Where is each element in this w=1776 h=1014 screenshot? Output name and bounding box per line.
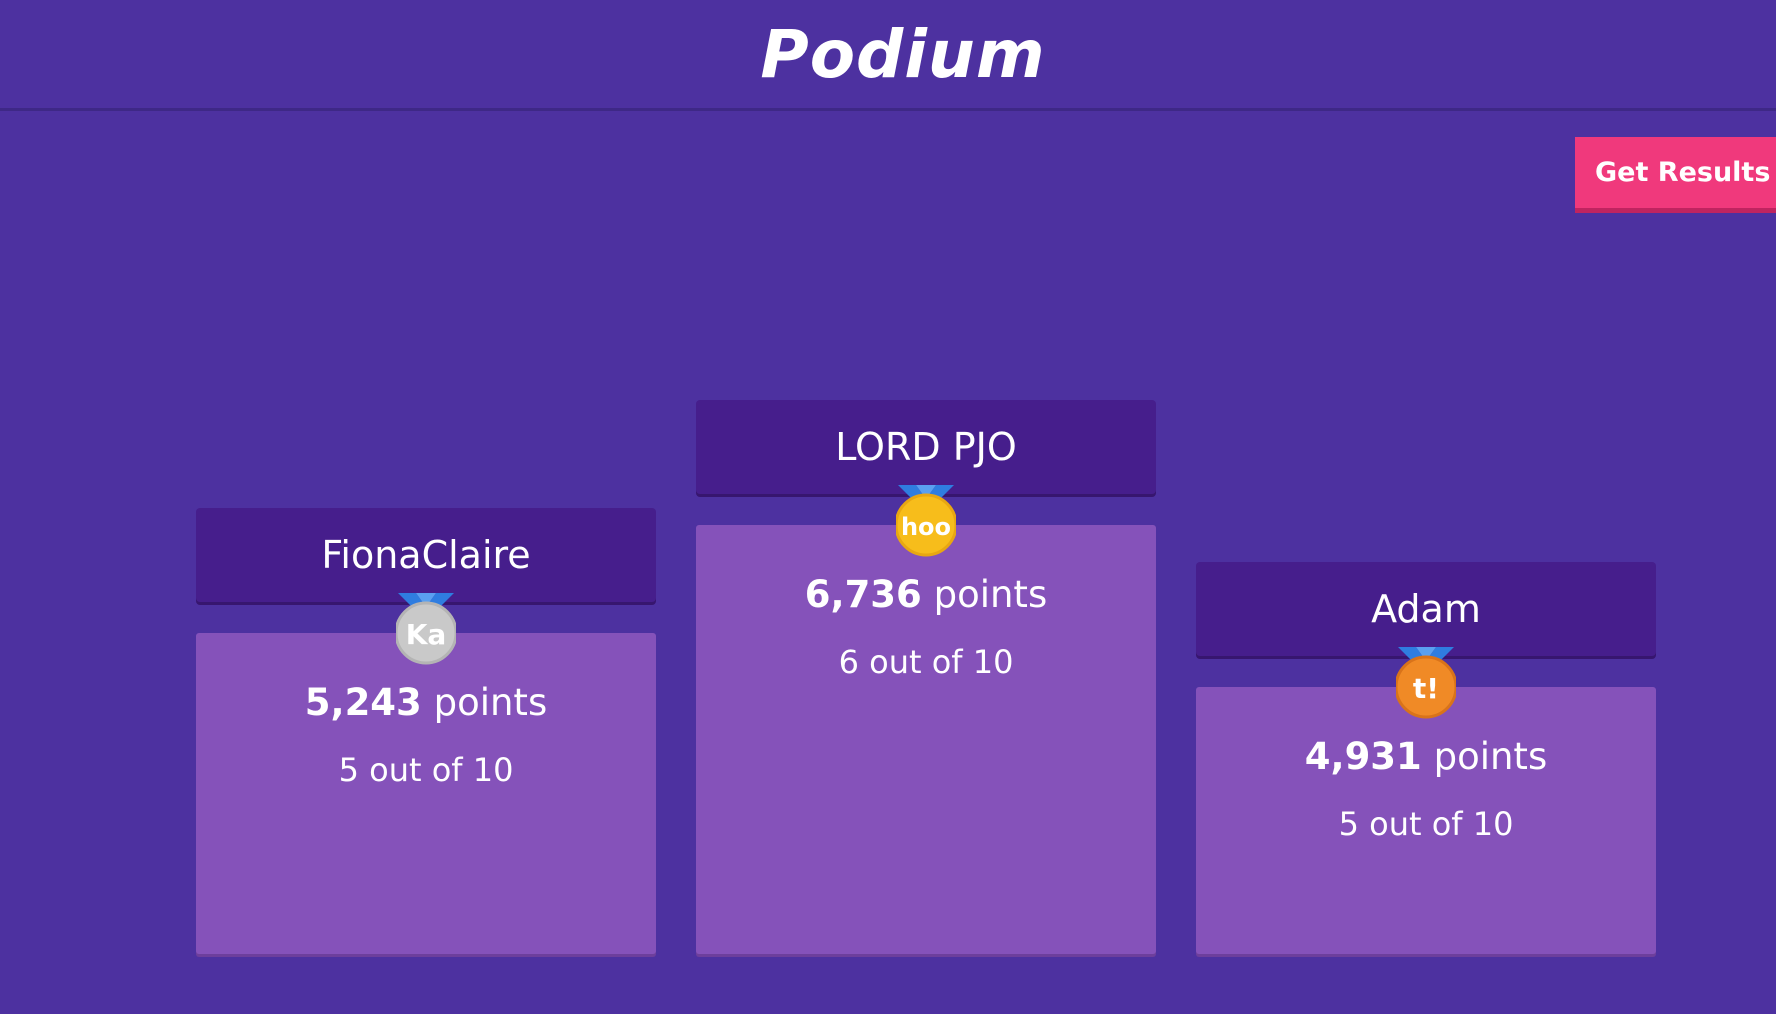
podium-second-name-plate: FionaClaire: [196, 508, 656, 602]
bronze-medal-icon: t!: [1396, 647, 1456, 719]
points-unit: points: [933, 573, 1048, 616]
page-title: Podium: [760, 15, 1046, 93]
podium-third-block: 4,931 points 5 out of 10: [1196, 687, 1656, 954]
get-results-button[interactable]: Get Results: [1575, 137, 1776, 213]
points-value: 6,736: [804, 573, 922, 616]
podium-first-block: 6,736 points 6 out of 10: [696, 525, 1156, 954]
score-text: 6 out of 10: [838, 643, 1014, 681]
points-value: 5,243: [304, 681, 422, 724]
points-text: 4,931 points: [1196, 735, 1656, 778]
medal-label: Ka: [406, 618, 447, 651]
podium-second-block: 5,243 points 5 out of 10: [196, 633, 656, 954]
podium-third-name-plate: Adam: [1196, 562, 1656, 656]
medal-label: hoo: [901, 513, 951, 541]
points-text: 5,243 points: [196, 681, 656, 724]
score-text: 5 out of 10: [1338, 805, 1514, 843]
player-name: LORD PJO: [835, 425, 1017, 469]
score-text: 5 out of 10: [338, 751, 514, 789]
silver-medal-icon: Ka: [396, 593, 456, 665]
points-text: 6,736 points: [696, 573, 1156, 616]
player-name: Adam: [1371, 587, 1481, 631]
points-unit: points: [433, 681, 548, 724]
podium-first-name-plate: LORD PJO: [696, 400, 1156, 494]
points-value: 4,931: [1304, 735, 1422, 778]
gold-medal-icon: hoo: [896, 485, 956, 557]
page-header: Podium: [0, 0, 1776, 111]
medal-label: t!: [1413, 672, 1439, 705]
points-unit: points: [1433, 735, 1548, 778]
player-name: FionaClaire: [321, 533, 531, 577]
